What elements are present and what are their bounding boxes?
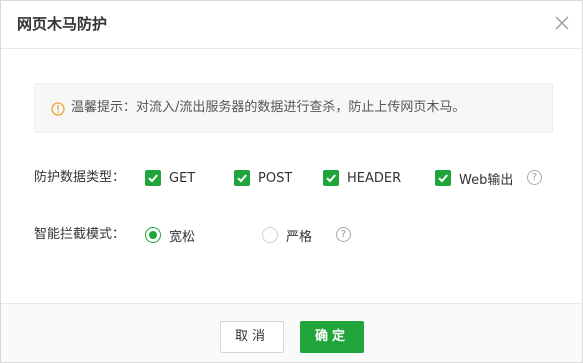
checkbox-checked-icon [323,170,339,186]
radio-selected-icon [145,227,161,243]
protect-types-label: 防护数据类型： [34,170,126,185]
checkbox-web-output[interactable]: Web输出 [435,167,513,189]
checkbox-post[interactable]: POST [234,167,292,189]
checkbox-get[interactable]: GET [145,167,195,189]
checkbox-get-label: GET [169,170,196,186]
checkbox-web-output-label: Web输出 [459,172,514,188]
radio-strict[interactable]: 严格 [262,224,312,246]
dialog-title: 网页木马防护 [17,15,108,33]
intercept-mode-row: 智能拦截模式： 宽松 严格 ? [34,224,364,246]
dialog-header: 网页木马防护 [1,1,582,49]
info-circle-icon [51,101,65,116]
intercept-mode-label: 智能拦截模式： [34,227,126,242]
dialog-footer: 取消 确定 [1,303,582,362]
checkbox-header-label: HEADER [347,170,402,186]
cancel-button[interactable]: 取消 [220,321,284,353]
radio-strict-label: 严格 [286,229,313,245]
radio-unselected-icon [262,227,278,243]
checkbox-post-label: POST [258,170,293,186]
dialog: 网页木马防护 温馨提示：对流入/流出服务器的数据进行查杀，防止上传网页木马。 防… [0,0,583,363]
checkbox-checked-icon [435,170,451,186]
protect-types-row: 防护数据类型： GET POST HEADER Web输出 ? [34,167,554,189]
checkbox-header[interactable]: HEADER [323,167,401,189]
radio-lenient-label: 宽松 [169,229,196,245]
ok-button[interactable]: 确定 [300,321,364,353]
tip-box: 温馨提示：对流入/流出服务器的数据进行查杀，防止上传网页木马。 [34,83,553,133]
radio-lenient[interactable]: 宽松 [145,224,195,246]
help-icon[interactable]: ? [527,170,542,185]
close-icon[interactable] [554,15,570,31]
checkbox-checked-icon [145,170,161,186]
tip-text: 温馨提示：对流入/流出服务器的数据进行查杀，防止上传网页木马。 [71,100,466,115]
checkbox-checked-icon [234,170,250,186]
help-icon[interactable]: ? [336,227,351,242]
